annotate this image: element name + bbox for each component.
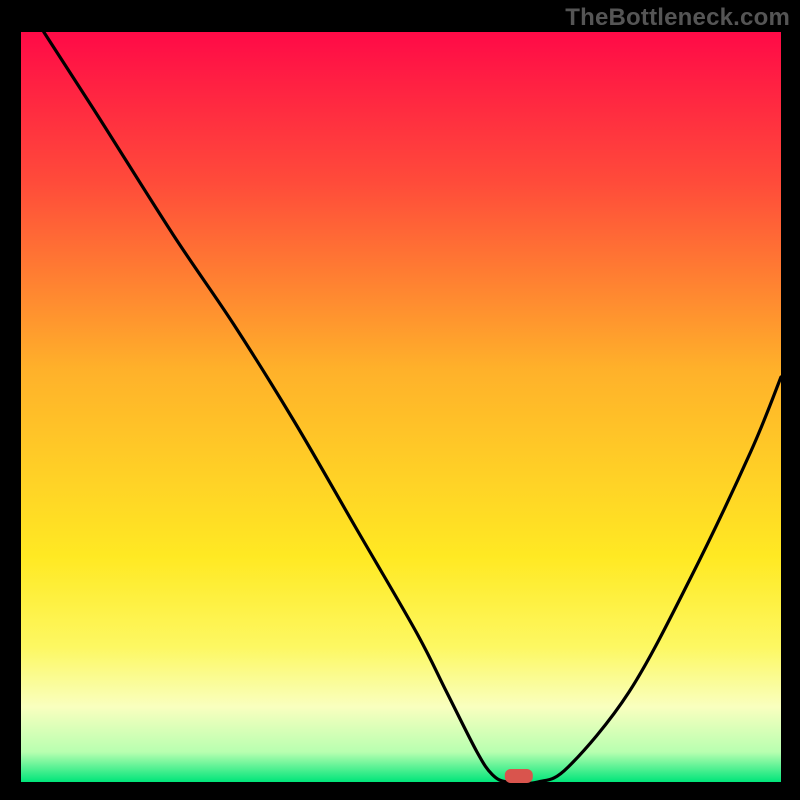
chart-frame: TheBottleneck.com	[0, 0, 800, 800]
gradient-background	[21, 32, 781, 782]
optimal-marker	[505, 769, 533, 783]
bottleneck-chart	[0, 0, 800, 800]
watermark-text: TheBottleneck.com	[565, 4, 790, 32]
